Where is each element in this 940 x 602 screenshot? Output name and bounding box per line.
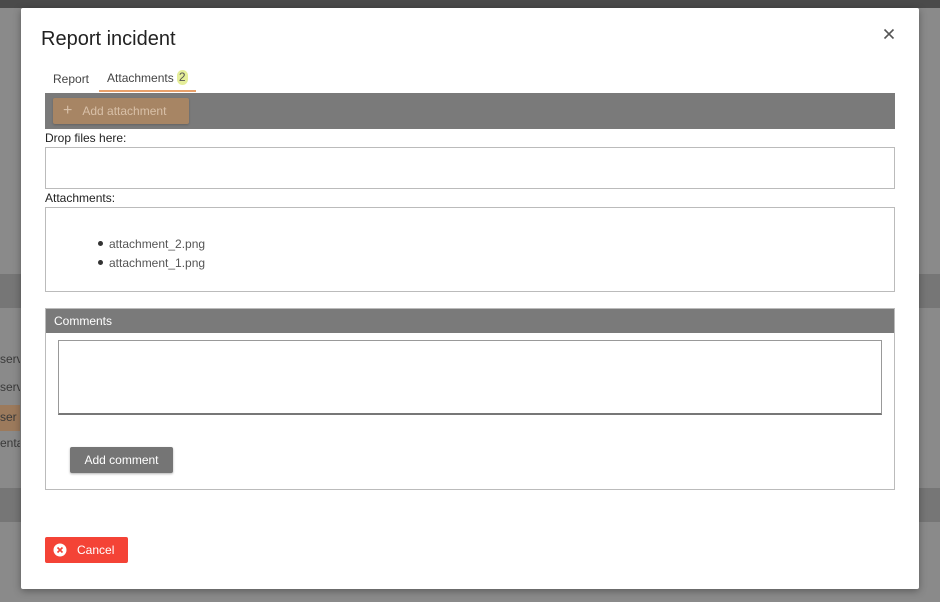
attachments-count-badge: 2 (176, 70, 188, 85)
report-incident-dialog: Report incident Report Attachments 2 + A… (21, 8, 919, 589)
cancel-label: Cancel (77, 543, 115, 557)
background-row: serv (0, 380, 20, 394)
comments-header: Comments (46, 309, 894, 333)
tab-attachments[interactable]: Attachments 2 (99, 68, 196, 92)
attachments-label: Attachments: (45, 191, 116, 205)
tab-report[interactable]: Report (45, 68, 97, 92)
comments-panel: Comments Add comment (45, 308, 895, 490)
background-row: enta (0, 436, 20, 450)
tab-label: Report (53, 71, 90, 86)
cancel-circle-icon (53, 543, 67, 557)
tab-label: Attachments (107, 70, 174, 85)
background-row-selected: ser (0, 405, 20, 431)
close-button[interactable] (881, 26, 897, 42)
add-attachment-button[interactable]: + Add attachment (53, 98, 189, 124)
drop-files-label: Drop files here: (45, 131, 127, 145)
tab-bar: Report Attachments 2 (45, 68, 196, 92)
attachment-item[interactable]: attachment_2.png (98, 234, 205, 253)
attachments-list-box: attachment_2.png attachment_1.png (45, 207, 895, 292)
comment-input[interactable] (58, 340, 882, 415)
add-comment-button[interactable]: Add comment (70, 447, 173, 473)
attachments-toolbar: + Add attachment (45, 93, 895, 129)
attachments-list: attachment_2.png attachment_1.png (98, 234, 205, 272)
file-drop-zone[interactable] (45, 147, 895, 189)
dialog-title: Report incident (41, 28, 176, 50)
close-icon (883, 28, 895, 40)
add-attachment-label: Add attachment (82, 104, 167, 118)
plus-icon: + (63, 102, 73, 119)
attachment-item[interactable]: attachment_1.png (98, 253, 205, 272)
cancel-button[interactable]: Cancel (45, 537, 128, 563)
background-row: serv (0, 352, 20, 366)
background-topbar (0, 0, 940, 8)
